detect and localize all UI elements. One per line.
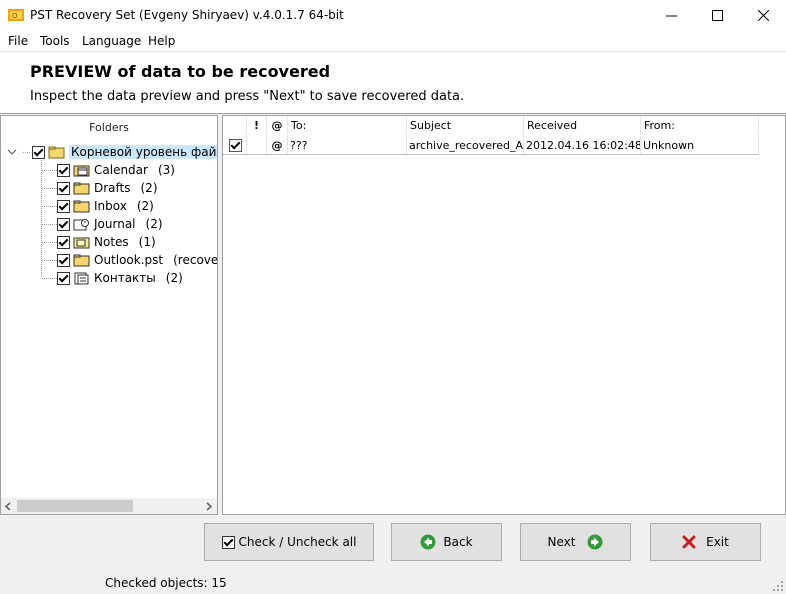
- tree-root-label[interactable]: Корневой уровень файла,: [69, 145, 217, 159]
- column-header-received[interactable]: Received: [524, 116, 641, 135]
- page-subtitle: Inspect the data preview and press "Next…: [30, 89, 465, 104]
- next-button[interactable]: Next: [520, 523, 631, 561]
- tree-item-inbox[interactable]: Inbox (2): [57, 197, 154, 215]
- tree-item-count: (2): [136, 199, 154, 213]
- maximize-button[interactable]: [694, 0, 740, 31]
- close-button[interactable]: [740, 0, 786, 31]
- tree-item-label: Drafts: [94, 181, 131, 195]
- next-label: Next: [547, 535, 576, 549]
- message-row-received[interactable]: 2012.04.16 16:02:48: [524, 136, 641, 154]
- tree-item-label: Notes: [94, 235, 129, 249]
- check-all-label: Check / Uncheck all: [238, 535, 357, 549]
- column-header-check[interactable]: [223, 116, 247, 135]
- tree-item-calendar[interactable]: Calendar (3): [57, 161, 175, 179]
- minimize-icon: [665, 15, 677, 17]
- tree-item-notes[interactable]: Notes (1): [57, 233, 156, 251]
- chevron-down-icon[interactable]: [6, 146, 18, 158]
- menu-language[interactable]: Language: [82, 34, 141, 48]
- tree-item-count: (2): [165, 271, 183, 285]
- wizard-header: PREVIEW of data to be recovered Inspect …: [0, 52, 786, 114]
- inbox-folder-icon: [73, 200, 90, 212]
- notes-checkbox[interactable]: [57, 235, 70, 249]
- check-all-checkbox-icon: [221, 535, 235, 549]
- column-header-attachment[interactable]: @: [267, 116, 288, 135]
- svg-text:O: O: [12, 13, 18, 20]
- tree-item-label: Inbox: [94, 199, 127, 213]
- checked-objects-status: Checked objects: 15: [105, 576, 227, 590]
- contacts-checkbox[interactable]: [57, 271, 70, 285]
- column-header-subject[interactable]: Subject: [407, 116, 524, 135]
- message-row-checkbox-cell[interactable]: [223, 136, 247, 154]
- drafts-checkbox[interactable]: [57, 181, 70, 195]
- minimize-button[interactable]: [648, 0, 694, 31]
- maximize-icon: [711, 10, 723, 21]
- tree-item-journal[interactable]: Journal (2): [57, 215, 163, 233]
- folder-tree-hscrollbar[interactable]: [1, 498, 217, 514]
- resize-grip-icon[interactable]: [772, 580, 784, 592]
- calendar-checkbox[interactable]: [57, 163, 70, 177]
- outlook-pst-checkbox[interactable]: [57, 253, 70, 267]
- inbox-checkbox[interactable]: [57, 199, 70, 213]
- journal-folder-icon: [73, 218, 89, 230]
- message-row-importance: [247, 136, 267, 154]
- close-icon: [757, 10, 769, 21]
- menu-file[interactable]: File: [8, 34, 28, 48]
- next-arrow-icon: [587, 534, 603, 550]
- page-title: PREVIEW of data to be recovered: [30, 62, 331, 81]
- contacts-folder-icon: [74, 272, 89, 284]
- tree-root-checkbox[interactable]: [32, 145, 45, 159]
- exit-button[interactable]: Exit: [650, 523, 761, 561]
- row-divider: [223, 154, 759, 155]
- menu-help[interactable]: Help: [148, 34, 175, 48]
- journal-checkbox[interactable]: [57, 217, 70, 231]
- notes-folder-icon: [73, 237, 90, 248]
- menu-tools[interactable]: Tools: [40, 34, 70, 48]
- back-button[interactable]: Back: [391, 523, 502, 561]
- tree-item-outlook-pst[interactable]: Outlook.pst (recovere: [57, 251, 218, 269]
- tree-item-label: Calendar: [94, 163, 148, 177]
- scrollbar-thumb[interactable]: [17, 500, 133, 512]
- message-row-to[interactable]: ???: [288, 136, 407, 154]
- scroll-right-icon[interactable]: [205, 502, 213, 511]
- pst-folder-icon: [73, 254, 90, 266]
- calendar-folder-icon: [73, 165, 90, 176]
- tree-item-drafts[interactable]: Drafts (2): [57, 179, 158, 197]
- tree-item-label: Journal: [94, 217, 136, 231]
- column-header-importance[interactable]: !: [247, 116, 267, 135]
- message-row-from[interactable]: Unknown: [641, 136, 759, 154]
- check-uncheck-all-button[interactable]: Check / Uncheck all: [204, 523, 374, 561]
- message-list-pane[interactable]: ! @ To: Subject Received From: @ ??? arc…: [222, 115, 786, 515]
- outlook-envelope-icon: O: [8, 9, 24, 21]
- back-arrow-icon: [420, 534, 436, 550]
- tree-item-count: (1): [138, 235, 156, 249]
- menu-bar: File Tools Language Help: [0, 31, 786, 52]
- tree-item-contacts[interactable]: Контакты (2): [57, 269, 183, 287]
- tree-item-count: (2): [145, 217, 163, 231]
- window-title: PST Recovery Set (Evgeny Shiryaev) v.4.0…: [30, 8, 344, 22]
- tree-item-label: Контакты: [94, 271, 156, 285]
- tree-root-row[interactable]: Корневой уровень файла,: [6, 143, 217, 161]
- tree-item-count: (3): [157, 163, 175, 177]
- drafts-folder-icon: [73, 182, 90, 194]
- root-folder-icon: [48, 146, 65, 158]
- column-header-to[interactable]: To:: [288, 116, 407, 135]
- title-bar[interactable]: O PST Recovery Set (Evgeny Shiryaev) v.4…: [0, 0, 786, 31]
- scroll-left-icon[interactable]: [4, 502, 12, 511]
- exit-label: Exit: [706, 535, 729, 549]
- back-label: Back: [443, 535, 473, 549]
- tree-item-count: (2): [140, 181, 158, 195]
- column-header-from[interactable]: From:: [641, 116, 759, 135]
- tree-item-label: Outlook.pst: [94, 253, 164, 267]
- folder-tree-pane[interactable]: Folders Корневой уровень файла, Calendar…: [0, 115, 218, 515]
- tree-item-count: (recovere: [173, 253, 218, 267]
- message-row-subject[interactable]: archive_recovered_AOI: [407, 136, 524, 154]
- message-row-attachment: @: [267, 136, 288, 154]
- exit-x-icon: [682, 535, 696, 549]
- message-row-checkbox[interactable]: [229, 138, 242, 152]
